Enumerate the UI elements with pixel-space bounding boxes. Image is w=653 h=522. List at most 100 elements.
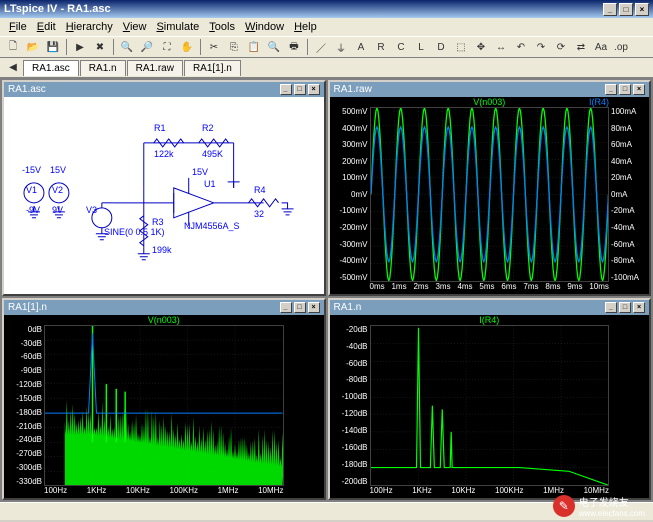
time-x-axis: 0ms1ms2ms3ms4ms5ms6ms7ms8ms9ms10ms [370, 282, 610, 294]
u1-part: NJM4556A_S [184, 221, 240, 231]
menu-window[interactable]: Window [240, 21, 289, 33]
pane-min-icon[interactable]: _ [280, 302, 292, 313]
paste-icon[interactable]: 📋 [245, 38, 263, 56]
rotate-icon[interactable]: ⟳ [552, 38, 570, 56]
fft2-plot[interactable]: I(R4) -20dB-40dB-60dB-80dB-100dB-120dB-1… [330, 315, 650, 498]
statusbar [0, 502, 653, 520]
maximize-button[interactable]: □ [619, 3, 633, 16]
app-title: LTspice IV - RA1.asc [4, 3, 111, 15]
pane-min-icon[interactable]: _ [605, 84, 617, 95]
menu-file[interactable]: File [4, 21, 32, 33]
r2-name: R2 [202, 123, 214, 133]
pane-close-icon[interactable]: × [308, 84, 320, 95]
spice-icon[interactable]: .op [612, 38, 630, 56]
copy-icon[interactable]: ⎘ [225, 38, 243, 56]
fft1-legend: V(n003) [148, 315, 180, 325]
zoom-out-icon[interactable]: 🔎 [138, 38, 156, 56]
minimize-button[interactable]: _ [603, 3, 617, 16]
pane-min-icon[interactable]: _ [605, 302, 617, 313]
v1-top: -15V [22, 165, 41, 175]
drag-icon[interactable]: ↔ [492, 38, 510, 56]
app-titlebar: LTspice IV - RA1.asc _ □ × [0, 0, 653, 18]
menu-hierarchy[interactable]: Hierarchy [61, 21, 118, 33]
close-button[interactable]: × [635, 3, 649, 16]
tab-fft1[interactable]: RA1[1].n [184, 60, 241, 76]
tab-schematic[interactable]: RA1.asc [23, 60, 79, 76]
label-icon[interactable]: A [352, 38, 370, 56]
v2-name: V2 [52, 185, 63, 195]
save-icon[interactable]: 💾 [44, 38, 62, 56]
zoom-fit-icon[interactable]: ⛶ [158, 38, 176, 56]
new-icon[interactable]: 🗋 [4, 38, 22, 56]
toolbar: 🗋 📂 💾 ▶ ✖ 🔍 🔎 ⛶ ✋ ✂ ⎘ 📋 🔍 🖶 ／ ⏚ A R C L … [0, 36, 653, 58]
tab-time[interactable]: RA1.raw [127, 60, 183, 76]
time-legend-v: V(n003) [473, 97, 505, 107]
tab-fft2[interactable]: RA1.n [80, 60, 126, 76]
ground-icon[interactable]: ⏚ [332, 38, 350, 56]
v2-top: 15V [50, 165, 66, 175]
redo-icon[interactable]: ↷ [532, 38, 550, 56]
time-y-axis-right: 100mA80mA60mA40mA20mA0mA-20mA-40mA-60mA-… [609, 107, 649, 282]
pane-fft2-title: RA1.n _ □ × [330, 300, 650, 315]
move-icon[interactable]: ✥ [472, 38, 490, 56]
v3-val: SINE(0 0.5 1K) [104, 227, 165, 237]
pane-close-icon[interactable]: × [633, 302, 645, 313]
find-icon[interactable]: 🔍 [265, 38, 283, 56]
print-icon[interactable]: 🖶 [285, 38, 303, 56]
document-tabs: ◀ RA1.asc RA1.n RA1.raw RA1[1].n [0, 58, 653, 78]
menu-tools[interactable]: Tools [204, 21, 240, 33]
pane-time: RA1.raw _ □ × V(n003) I(R4) 500mV400mV30… [328, 80, 652, 296]
undo-icon[interactable]: ↶ [512, 38, 530, 56]
menubar: File Edit Hierarchy View Simulate Tools … [0, 18, 653, 36]
schematic-canvas[interactable]: R1 122k R2 495K R3 199k R4 32 U1 NJM4556… [4, 97, 324, 294]
fft2-legend: I(R4) [479, 315, 499, 325]
time-plot[interactable]: V(n003) I(R4) 500mV400mV300mV200mV100mV0… [330, 97, 650, 294]
text-icon[interactable]: Aa [592, 38, 610, 56]
fft2-y-axis: -20dB-40dB-60dB-80dB-100dB-120dB-140dB-1… [330, 325, 370, 486]
capacitor-icon[interactable]: C [392, 38, 410, 56]
resistor-icon[interactable]: R [372, 38, 390, 56]
pane-schematic: RA1.asc _ □ × [2, 80, 326, 296]
r3-name: R3 [152, 217, 164, 227]
cut-icon[interactable]: ✂ [205, 38, 223, 56]
wire-icon[interactable]: ／ [312, 38, 330, 56]
pane-max-icon[interactable]: □ [294, 302, 306, 313]
mirror-icon[interactable]: ⇄ [572, 38, 590, 56]
pane-fft2: RA1.n _ □ × I(R4) -20dB-40dB-60dB-80dB-1… [328, 298, 652, 500]
u1-name: U1 [204, 179, 216, 189]
r4-val: 32 [254, 209, 264, 219]
u1-vpos: 15V [192, 167, 208, 177]
tab-prev-icon[interactable]: ◀ [4, 59, 22, 77]
menu-help[interactable]: Help [289, 21, 322, 33]
pane-time-title: RA1.raw _ □ × [330, 82, 650, 97]
diode-icon[interactable]: D [432, 38, 450, 56]
v3-name: V3 [86, 205, 97, 215]
pan-icon[interactable]: ✋ [178, 38, 196, 56]
r2-val: 495K [202, 149, 223, 159]
menu-edit[interactable]: Edit [32, 21, 61, 33]
pane-close-icon[interactable]: × [308, 302, 320, 313]
pane-close-icon[interactable]: × [633, 84, 645, 95]
fft1-plot[interactable]: V(n003) 0dB-30dB-60dB-90dB-120dB-150dB-1… [4, 315, 324, 498]
component-icon[interactable]: ⬚ [452, 38, 470, 56]
menu-simulate[interactable]: Simulate [151, 21, 204, 33]
menu-view[interactable]: View [118, 21, 152, 33]
pane-min-icon[interactable]: _ [280, 84, 292, 95]
r1-name: R1 [154, 123, 166, 133]
pane-fft1: RA1[1].n _ □ × V(n003) 0dB-30dB-60dB-90d… [2, 298, 326, 500]
fft1-x-axis: 100Hz1KHz10KHz100KHz1MHz10MHz [44, 486, 284, 498]
pane-max-icon[interactable]: □ [294, 84, 306, 95]
pane-schematic-title: RA1.asc _ □ × [4, 82, 324, 97]
pane-max-icon[interactable]: □ [619, 302, 631, 313]
pane-max-icon[interactable]: □ [619, 84, 631, 95]
inductor-icon[interactable]: L [412, 38, 430, 56]
zoom-in-icon[interactable]: 🔍 [118, 38, 136, 56]
fft2-x-axis: 100Hz1KHz10KHz100KHz1MHz10MHz [370, 486, 610, 498]
pane-schematic-title-text: RA1.asc [8, 84, 46, 95]
r1-val: 122k [154, 149, 174, 159]
open-icon[interactable]: 📂 [24, 38, 42, 56]
fft1-y-axis: 0dB-30dB-60dB-90dB-120dB-150dB-180dB-210… [4, 325, 44, 486]
stop-icon[interactable]: ✖ [91, 38, 109, 56]
time-y-axis-left: 500mV400mV300mV200mV100mV0mV-100mV-200mV… [330, 107, 370, 282]
run-icon[interactable]: ▶ [71, 38, 89, 56]
